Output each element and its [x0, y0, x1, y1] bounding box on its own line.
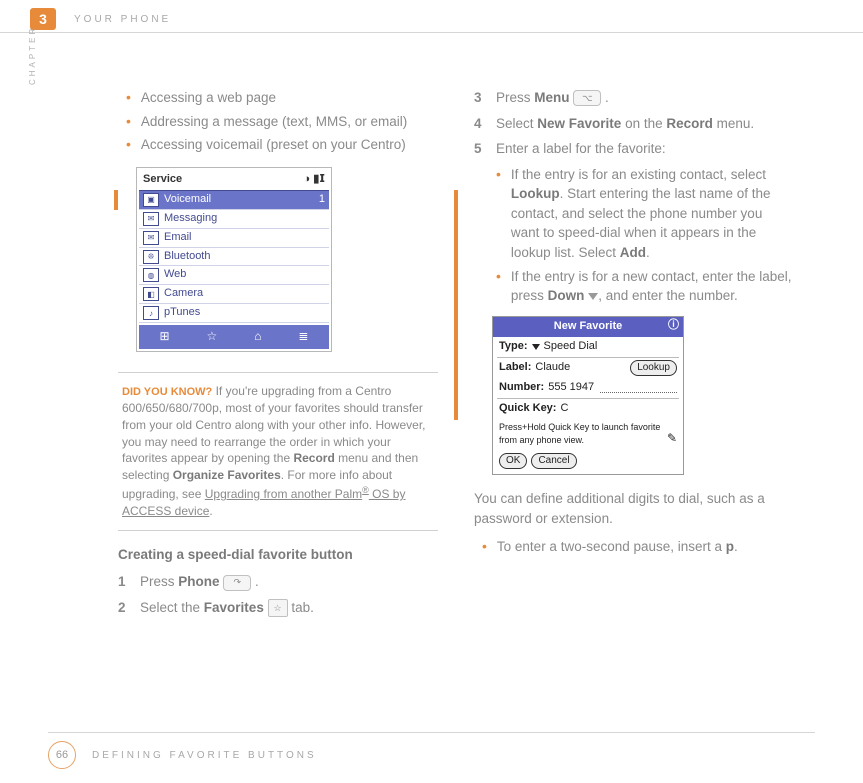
step-text: Press Menu ⌥ .	[496, 88, 609, 108]
did-you-know-tip: DID YOU KNOW? If you're upgrading from a…	[118, 372, 438, 531]
new-favorite-screenshot: New Favorite ⓘ Type: Speed Dial Label: Cl…	[492, 316, 684, 476]
nf-quickkey-label: Quick Key:	[499, 401, 556, 417]
bluetooth-icon: ❊	[143, 250, 159, 264]
feature-bullets: • Accessing a web page • Addressing a mess…	[118, 88, 438, 155]
service-row: ♪ pTunes	[139, 304, 329, 323]
bullet-text: Accessing a web page	[141, 88, 276, 108]
dialpad-icon: ⊞	[159, 328, 169, 345]
service-row: ❊ Bluetooth	[139, 248, 329, 267]
ptunes-icon: ♪	[143, 306, 159, 320]
nf-number-label: Number:	[499, 380, 544, 396]
content-columns: • Accessing a web page • Addressing a mess…	[0, 33, 863, 623]
bullet-icon: •	[126, 112, 131, 132]
margin-marker	[454, 190, 458, 420]
service-row-label: Bluetooth	[164, 249, 210, 265]
home-icon: ⌂	[254, 328, 261, 345]
camera-icon: ◧	[143, 287, 159, 301]
bullet-text: Addressing a message (text, MMS, or emai…	[141, 112, 407, 132]
bullet-icon: •	[496, 267, 501, 306]
info-icon: ⓘ	[668, 318, 679, 334]
nf-label-label: Label:	[499, 360, 531, 376]
down-arrow-icon	[588, 293, 598, 300]
pen-icon: ✎	[667, 430, 677, 447]
dropdown-icon	[532, 344, 540, 350]
list-icon: ≣	[298, 328, 308, 345]
service-row-label: Web	[164, 267, 186, 283]
service-row: ▣ Voicemail 1	[139, 191, 329, 210]
service-row: ◧ Camera	[139, 285, 329, 304]
step-number: 2	[118, 598, 140, 618]
speed-dial-steps: 1 Press Phone ↷ . 2 Select the Favorites…	[118, 572, 438, 617]
bullet-text: If the entry is for a new contact, enter…	[511, 267, 794, 306]
pause-bullets: • To enter a two-second pause, insert a …	[474, 537, 794, 557]
service-tabbar: ⊞ ☆ ⌂ ≣	[139, 325, 329, 348]
section-heading: Creating a speed-dial favorite button	[118, 545, 438, 565]
speed-dial-steps-cont: 3 Press Menu ⌥ . 4 Select New Favorite o…	[474, 88, 794, 159]
service-row: ◍ Web	[139, 266, 329, 285]
step-text: Select the Favorites ☆ tab.	[140, 598, 314, 618]
left-column: • Accessing a web page • Addressing a mess…	[118, 88, 438, 623]
nf-type-value: Speed Dial	[544, 339, 598, 355]
service-row: ✉ Email	[139, 229, 329, 248]
page-footer: 66 DEFINING FAVORITE BUTTONS	[48, 732, 815, 769]
messaging-icon: ✉	[143, 212, 159, 226]
nf-number-value: 555 1947	[548, 380, 594, 396]
step-text: Enter a label for the favorite:	[496, 139, 666, 159]
step-text: Select New Favorite on the Record menu.	[496, 114, 754, 134]
nf-quickkey-value: C	[560, 401, 568, 417]
body-text: You can define additional digits to dial…	[474, 489, 794, 528]
cancel-button: Cancel	[531, 453, 576, 470]
page-number: 66	[48, 741, 76, 769]
header-title: YOUR PHONE	[74, 14, 171, 25]
favorites-icon: ☆	[206, 328, 217, 345]
service-row-label: Camera	[164, 286, 203, 302]
ok-button: OK	[499, 453, 527, 470]
nf-type-label: Type:	[499, 339, 528, 355]
label-sub-bullets: • If the entry is for an existing contac…	[488, 165, 794, 306]
nf-hint-text: Press+Hold Quick Key to launch favorite …	[499, 421, 667, 447]
page-header: 3 YOUR PHONE	[0, 0, 863, 33]
service-row-label: Messaging	[164, 211, 217, 227]
step-number: 1	[118, 572, 140, 592]
tip-label: DID YOU KNOW?	[122, 386, 212, 398]
menu-key-icon: ⌥	[573, 90, 601, 106]
service-screenshot: Service ◑ ▮𝗜 ▣ Voicemail 1 ✉ Messaging ✉ Ema…	[136, 167, 332, 352]
nf-label-value: Claude	[535, 360, 570, 376]
signal-icon: ◑ ▮𝗜	[304, 172, 325, 188]
bullet-text: Accessing voicemail (preset on your Cent…	[141, 135, 406, 155]
footer-title: DEFINING FAVORITE BUTTONS	[92, 750, 317, 761]
tip-text: If you're upgrading from a Centro 600/65…	[122, 384, 425, 518]
bullet-icon: •	[126, 135, 131, 155]
step-number: 4	[474, 114, 496, 134]
service-row-label: Voicemail	[164, 192, 211, 208]
bullet-icon: •	[126, 88, 131, 108]
margin-marker	[114, 190, 118, 210]
service-title: Service	[143, 172, 182, 188]
web-icon: ◍	[143, 268, 159, 282]
favorites-tab-icon: ☆	[268, 599, 288, 617]
service-row-count: 1	[319, 192, 325, 208]
lookup-button: Lookup	[630, 360, 677, 377]
service-row-label: Email	[164, 230, 192, 246]
step-text: Press Phone ↷ .	[140, 572, 259, 592]
step-number: 3	[474, 88, 496, 108]
email-icon: ✉	[143, 231, 159, 245]
phone-key-icon: ↷	[223, 575, 251, 591]
bullet-text: To enter a two-second pause, insert a p.	[497, 537, 738, 557]
bullet-icon: •	[482, 537, 487, 557]
chapter-side-label: CHAPTER	[28, 26, 37, 85]
voicemail-icon: ▣	[143, 193, 159, 207]
bullet-icon: •	[496, 165, 501, 263]
step-number: 5	[474, 139, 496, 159]
service-row: ✉ Messaging	[139, 210, 329, 229]
bullet-text: If the entry is for an existing contact,…	[511, 165, 794, 263]
service-row-label: pTunes	[164, 305, 200, 321]
right-column: 3 Press Menu ⌥ . 4 Select New Favorite o…	[474, 88, 794, 623]
nf-title: New Favorite	[554, 320, 622, 332]
